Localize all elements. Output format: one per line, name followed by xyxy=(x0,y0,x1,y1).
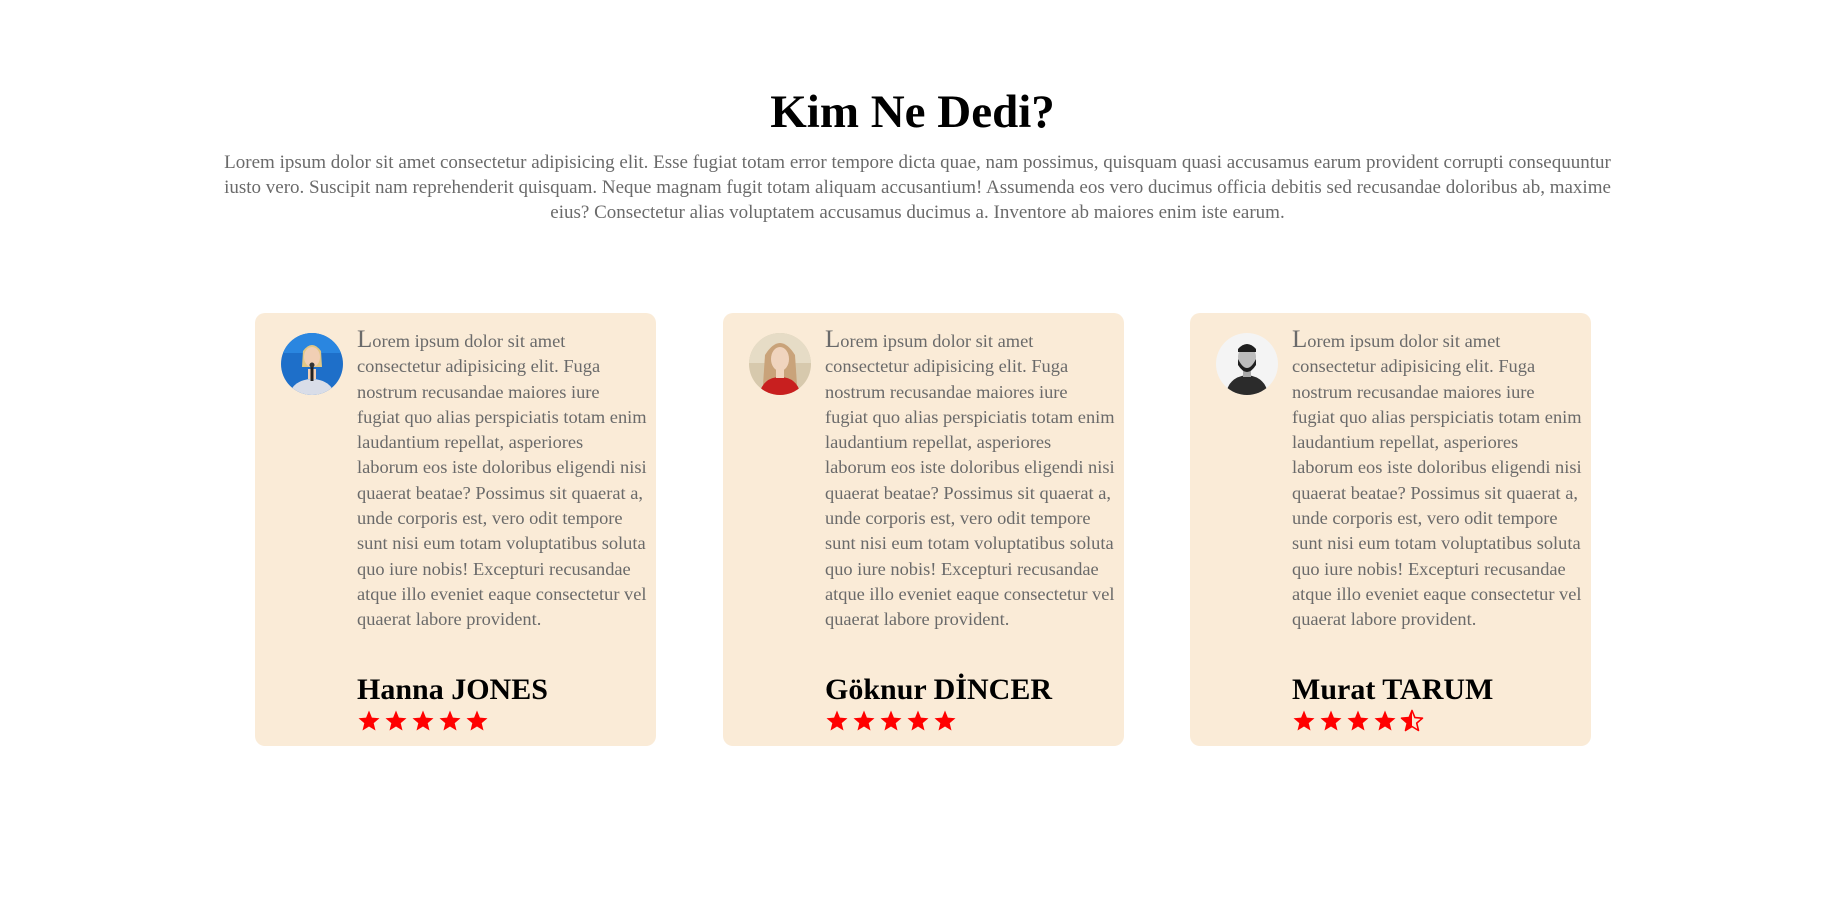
star-icon xyxy=(1373,709,1397,733)
star-rating xyxy=(357,709,489,733)
star-icon xyxy=(1319,709,1343,733)
star-icon xyxy=(357,709,381,733)
star-icon xyxy=(852,709,876,733)
section-title: Kim Ne Dedi? xyxy=(770,86,1055,138)
section-intro: Lorem ipsum dolor sit amet consectetur a… xyxy=(224,152,1611,223)
testimonial-card: Lorem ipsum dolor sit amet consectetur a… xyxy=(1190,313,1591,746)
star-icon xyxy=(906,709,930,733)
star-icon xyxy=(465,709,489,733)
testimonial-card: Lorem ipsum dolor sit amet consectetur a… xyxy=(723,313,1124,746)
star-icon xyxy=(411,709,435,733)
star-icon xyxy=(1346,709,1370,733)
star-icon xyxy=(825,709,849,733)
testimonial-name: Hanna JONES xyxy=(357,673,548,706)
testimonial-quote: Lorem ipsum dolor sit amet consectetur a… xyxy=(357,326,647,630)
woman-speaker-avatar xyxy=(281,333,343,395)
testimonial-quote: Lorem ipsum dolor sit amet consectetur a… xyxy=(1292,326,1582,630)
star-icon xyxy=(384,709,408,733)
star-icon xyxy=(438,709,462,733)
testimonial-name: Göknur DİNCER xyxy=(825,673,1053,706)
star-rating xyxy=(1292,709,1424,733)
star-icon xyxy=(1292,709,1316,733)
woman-portrait-avatar xyxy=(749,333,811,395)
star-icon xyxy=(879,709,903,733)
testimonials-section: Kim Ne Dedi? Lorem ipsum dolor sit amet … xyxy=(0,0,1825,903)
bearded-man-avatar xyxy=(1216,333,1278,395)
testimonial-quote: Lorem ipsum dolor sit amet consectetur a… xyxy=(825,326,1115,630)
star-half-icon xyxy=(1400,709,1424,733)
testimonial-cards: Lorem ipsum dolor sit amet consectetur a… xyxy=(255,313,1591,746)
star-rating xyxy=(825,709,957,733)
testimonial-name: Murat TARUM xyxy=(1292,673,1494,706)
star-icon xyxy=(933,709,957,733)
testimonial-card: Lorem ipsum dolor sit amet consectetur a… xyxy=(255,313,656,746)
